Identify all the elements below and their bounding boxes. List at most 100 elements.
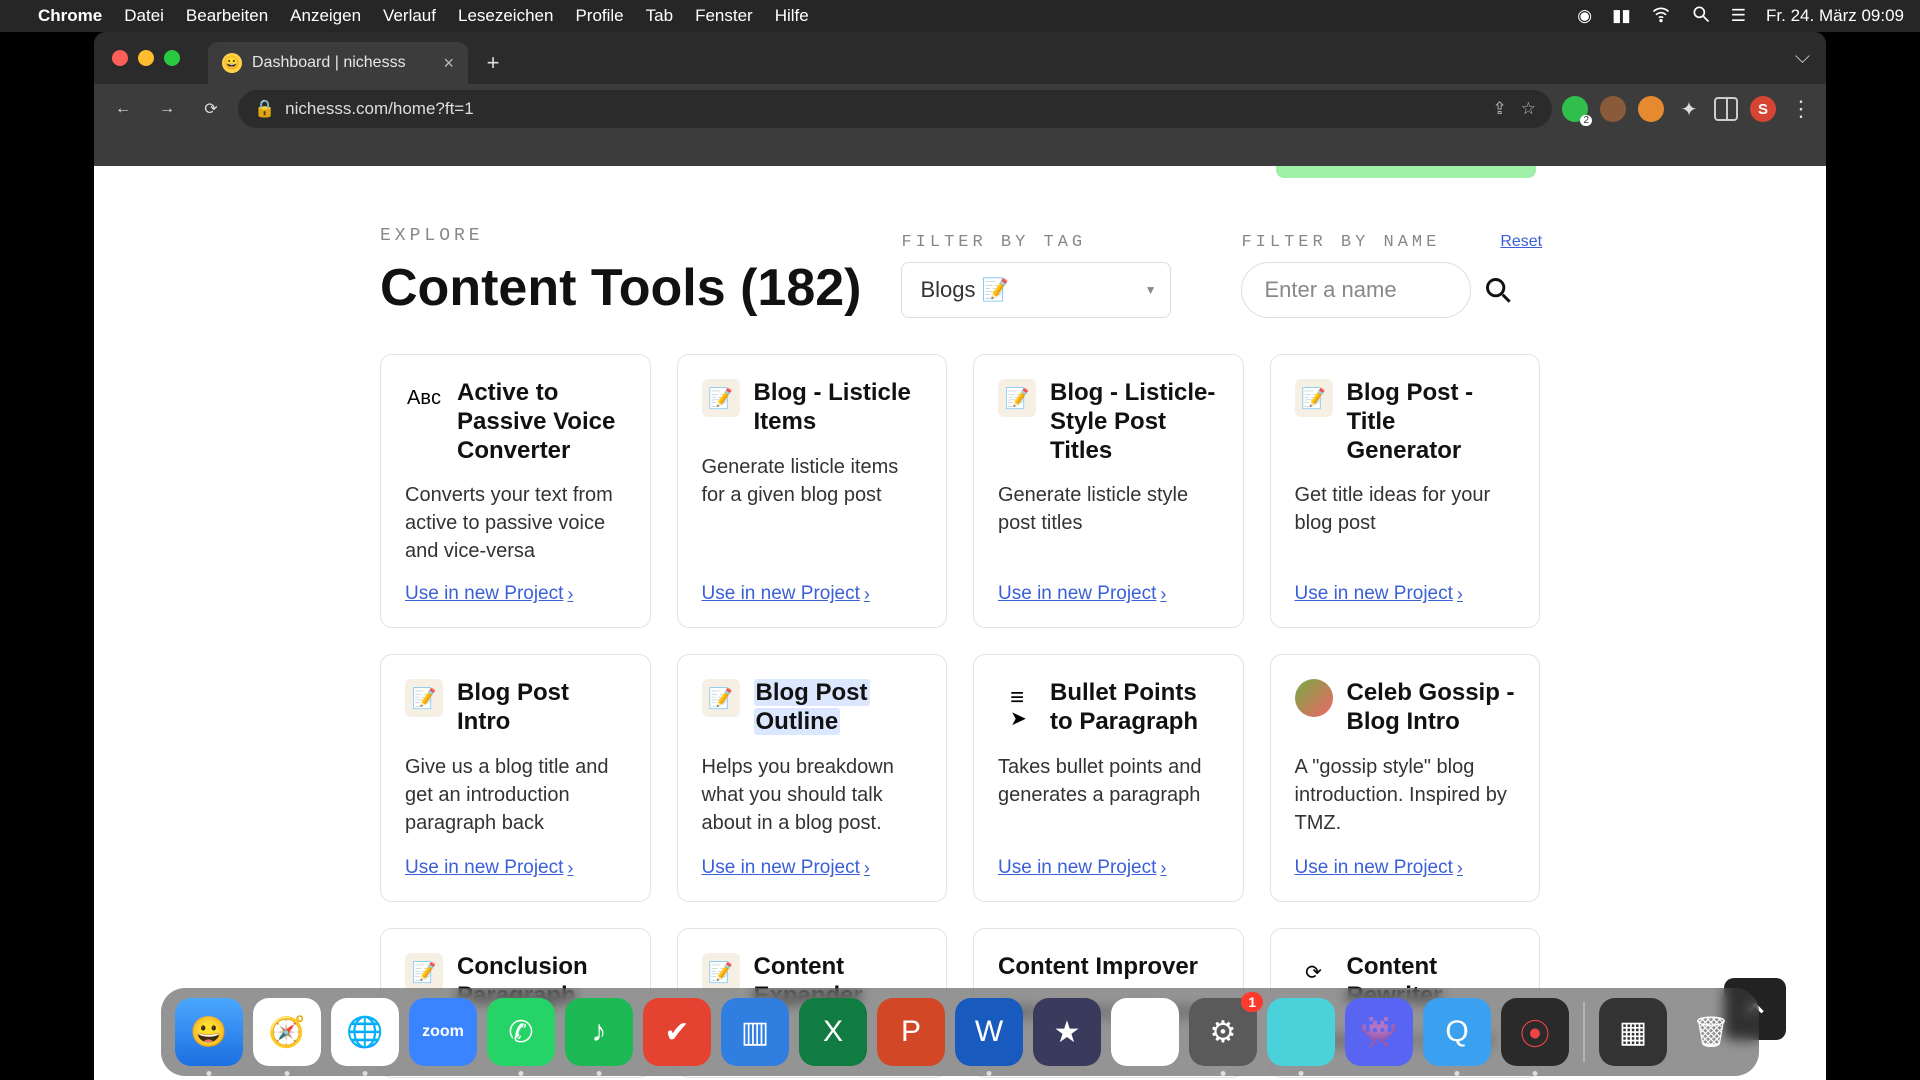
new-tab-button[interactable]: + — [476, 46, 510, 80]
window-close-button[interactable] — [112, 50, 128, 66]
use-in-project-link[interactable]: Use in new Project › — [405, 565, 626, 605]
use-in-project-link[interactable]: Use in new Project › — [702, 839, 923, 879]
chevron-right-icon: › — [1457, 584, 1463, 605]
tab-close-icon[interactable]: × — [443, 53, 454, 74]
sidepanel-icon[interactable] — [1714, 97, 1738, 121]
browser-tab[interactable]: 😀 Dashboard | nichesss × — [208, 42, 468, 84]
tool-card[interactable]: 📝Blog - Listicle ItemsGenerate listicle … — [677, 354, 948, 628]
extension-shield-icon[interactable] — [1562, 96, 1588, 122]
extension-2-icon[interactable] — [1600, 96, 1626, 122]
window-controls — [112, 50, 180, 66]
menu-datei[interactable]: Datei — [124, 6, 164, 26]
menu-bearbeiten[interactable]: Bearbeiten — [186, 6, 268, 26]
menubar-app[interactable]: Chrome — [38, 6, 102, 26]
profile-avatar[interactable]: S — [1750, 96, 1776, 122]
tool-icon: ⟳ — [1295, 953, 1333, 991]
tool-card[interactable]: 📝Blog Post - Title GeneratorGet title id… — [1270, 354, 1541, 628]
page-viewport: EXPLORE Content Tools (182) FILTER BY TA… — [94, 166, 1826, 1080]
tool-card[interactable]: ≡Bullet Points to ParagraphTakes bullet … — [973, 654, 1244, 902]
tool-card[interactable]: 📝Blog Post IntroGive us a blog title and… — [380, 654, 651, 902]
dock-imovie[interactable]: ★ — [1033, 998, 1101, 1066]
tool-card[interactable]: Celeb Gossip - Blog IntroA "gossip style… — [1270, 654, 1541, 902]
nav-forward-button[interactable]: → — [150, 92, 184, 126]
nav-reload-button[interactable]: ⟳ — [194, 92, 228, 126]
use-in-project-link[interactable]: Use in new Project › — [1295, 839, 1516, 879]
address-bar[interactable]: 🔒 nichesss.com/home?ft=1 ⇪ ☆ — [238, 90, 1552, 128]
filter-tag-select[interactable]: Blogs 📝 ▼ — [901, 262, 1171, 318]
tool-icon: 📝 — [1295, 379, 1333, 417]
tool-card[interactable]: AʙᴄActive to Passive Voice ConverterConv… — [380, 354, 651, 628]
dock-settings[interactable]: ⚙ — [1189, 998, 1257, 1066]
bookmark-icon[interactable]: ☆ — [1521, 99, 1536, 119]
search-button[interactable] — [1481, 273, 1515, 307]
dock-app-cyan[interactable] — [1267, 998, 1335, 1066]
dock-mission-control[interactable]: ▦ — [1599, 998, 1667, 1066]
dock-trello[interactable]: ▥ — [721, 998, 789, 1066]
dock-excel[interactable]: X — [799, 998, 867, 1066]
dock-todoist[interactable]: ✔ — [643, 998, 711, 1066]
menu-profile[interactable]: Profile — [575, 6, 623, 26]
chevron-right-icon: › — [567, 584, 573, 605]
use-in-project-link[interactable]: Use in new Project › — [1295, 565, 1516, 605]
dock-chrome[interactable]: 🌐 — [331, 998, 399, 1066]
menu-anzeigen[interactable]: Anzeigen — [290, 6, 361, 26]
dock-zoom[interactable]: zoom — [409, 998, 477, 1066]
dock-voice-memos[interactable]: ⦿ — [1501, 998, 1569, 1066]
menu-verlauf[interactable]: Verlauf — [383, 6, 436, 26]
tool-title: Active to Passive Voice Converter — [457, 379, 615, 464]
tab-title: Dashboard | nichesss — [252, 54, 406, 72]
filter-name-input[interactable] — [1241, 262, 1471, 318]
dock-word[interactable]: W — [955, 998, 1023, 1066]
nav-back-button[interactable]: ← — [106, 92, 140, 126]
dock-spotify[interactable]: ♪ — [565, 998, 633, 1066]
menu-tab[interactable]: Tab — [646, 6, 673, 26]
filter-tag-value: Blogs 📝 — [920, 277, 1009, 303]
tabs-overflow-icon[interactable]: ⌵ — [1795, 46, 1810, 69]
page-title: Content Tools (182) — [380, 258, 861, 318]
tool-title: Content Improver — [998, 953, 1198, 980]
use-in-project-link[interactable]: Use in new Project › — [702, 565, 923, 605]
share-icon[interactable]: ⇪ — [1493, 99, 1507, 119]
dock-quicktime[interactable]: Q — [1423, 998, 1491, 1066]
extensions-puzzle-icon[interactable]: ✦ — [1676, 96, 1702, 122]
use-in-project-link[interactable]: Use in new Project › — [405, 839, 626, 879]
tool-description: A "gossip style" blog introduction. Insp… — [1295, 753, 1516, 837]
notification-strip — [1276, 166, 1536, 178]
control-center-icon[interactable]: ☰ — [1731, 6, 1746, 26]
window-minimize-button[interactable] — [138, 50, 154, 66]
window-maximize-button[interactable] — [164, 50, 180, 66]
tool-icon: 📝 — [405, 953, 443, 991]
tool-card[interactable]: 📝Blog Post OutlineHelps you breakdown wh… — [677, 654, 948, 902]
browser-window: 😀 Dashboard | nichesss × + ⌵ ← → ⟳ 🔒 nic… — [94, 32, 1826, 1080]
menu-hilfe[interactable]: Hilfe — [775, 6, 809, 26]
chevron-down-icon: ▼ — [1145, 283, 1157, 297]
url-text: nichesss.com/home?ft=1 — [285, 99, 474, 119]
dock-powerpoint[interactable]: P — [877, 998, 945, 1066]
dock-separator — [1583, 1002, 1585, 1062]
dock-whatsapp[interactable]: ✆ — [487, 998, 555, 1066]
filter-name-label: FILTER BY NAME — [1241, 233, 1440, 252]
page-eyebrow: EXPLORE — [380, 226, 861, 246]
dock-finder[interactable]: 😀 — [175, 998, 243, 1066]
spotlight-icon[interactable] — [1691, 4, 1711, 29]
menubar-clock[interactable]: Fr. 24. März 09:09 — [1766, 6, 1904, 26]
use-in-project-link[interactable]: Use in new Project › — [998, 565, 1219, 605]
dock-safari[interactable]: 🧭 — [253, 998, 321, 1066]
dock-trash[interactable]: 🗑 — [1677, 998, 1745, 1066]
browser-menu-icon[interactable]: ⋮ — [1788, 96, 1814, 122]
tool-icon: 📝 — [998, 379, 1036, 417]
dock-discord[interactable]: 👾 — [1345, 998, 1413, 1066]
tool-title: Blog Post Outline — [754, 679, 870, 735]
record-icon[interactable]: ◉ — [1577, 6, 1592, 26]
reset-link[interactable]: Reset — [1500, 233, 1542, 251]
tool-card[interactable]: 📝Blog - Listicle-Style Post TitlesGenera… — [973, 354, 1244, 628]
battery-icon[interactable]: ▮▮ — [1612, 6, 1631, 26]
extension-3-icon[interactable] — [1638, 96, 1664, 122]
wifi-icon[interactable] — [1651, 4, 1671, 29]
chevron-right-icon: › — [1457, 858, 1463, 879]
use-in-project-link[interactable]: Use in new Project › — [998, 839, 1219, 879]
page-content: EXPLORE Content Tools (182) FILTER BY TA… — [94, 166, 1826, 1080]
dock-drive[interactable]: ▲ — [1111, 998, 1179, 1066]
menu-fenster[interactable]: Fenster — [695, 6, 753, 26]
menu-lesezeichen[interactable]: Lesezeichen — [458, 6, 553, 26]
